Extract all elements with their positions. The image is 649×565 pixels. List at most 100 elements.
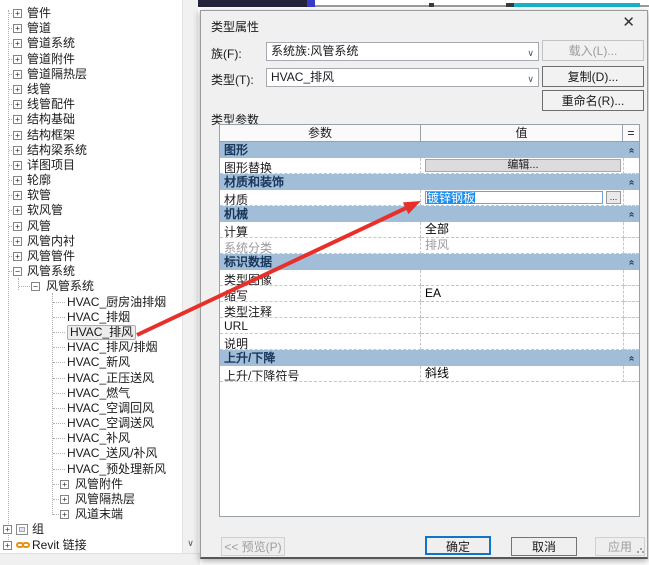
preview-button[interactable]: << 预览(P): [221, 537, 285, 556]
param-value[interactable]: EA: [421, 286, 624, 302]
tree-item[interactable]: + 风管附件: [0, 477, 181, 492]
param-value[interactable]: 镀锌钢板...: [421, 190, 624, 206]
expand-box-icon[interactable]: +: [13, 24, 22, 34]
expand-box-icon[interactable]: +: [13, 115, 22, 125]
tree-item[interactable]: + 风管管件: [0, 249, 181, 264]
tree-item-label[interactable]: 详图项目: [27, 158, 75, 172]
expand-box-icon[interactable]: +: [60, 510, 69, 520]
tree-item[interactable]: HVAC_补风: [0, 431, 181, 446]
tree-item[interactable]: HVAC_送风/补风: [0, 446, 181, 461]
tree-item-label[interactable]: HVAC_燃气: [67, 386, 130, 400]
tree-item-label[interactable]: 风管附件: [75, 477, 123, 491]
expand-box-icon[interactable]: +: [13, 130, 22, 140]
tree-item-label[interactable]: 线管配件: [27, 98, 75, 111]
tree-item-label[interactable]: 管道: [27, 22, 51, 35]
tree-item-label[interactable]: 风管管件: [27, 250, 75, 263]
scroll-down-arrow-icon[interactable]: ∨: [183, 535, 198, 552]
tree-item[interactable]: + 管道: [0, 21, 181, 36]
material-edit-field[interactable]: 镀锌钢板: [425, 191, 603, 204]
resize-grip[interactable]: [637, 546, 644, 553]
expand-box-icon[interactable]: +: [13, 145, 22, 155]
expand-box-icon[interactable]: +: [13, 236, 22, 246]
tree-item[interactable]: − 风管系统: [0, 279, 181, 294]
tree-item-label[interactable]: 管道附件: [27, 52, 75, 66]
tree-item[interactable]: + 详图项目: [0, 158, 181, 173]
expand-box-icon[interactable]: +: [13, 221, 22, 231]
tree-item[interactable]: HVAC_厨房油排烟: [0, 295, 181, 310]
tree-item[interactable]: + 风管内衬: [0, 234, 181, 249]
param-value[interactable]: [421, 334, 624, 350]
tree-item-label[interactable]: 线管: [27, 82, 51, 96]
tree-item-label[interactable]: HVAC_空调回风: [67, 401, 154, 415]
tree-item-label[interactable]: HVAC_排风/排烟: [67, 341, 157, 354]
tree-item[interactable]: + 管道系统: [0, 36, 181, 51]
expand-box-icon[interactable]: +: [13, 252, 22, 261]
param-group-header[interactable]: 材质和装饰 «: [220, 174, 639, 190]
tree-item[interactable]: + 管道隔热层: [0, 67, 181, 82]
tree-item[interactable]: HVAC_空调回风: [0, 401, 181, 416]
collapse-box-icon[interactable]: −: [31, 282, 40, 292]
tree-item-label[interactable]: 管件: [27, 7, 51, 20]
tree-item-label[interactable]: HVAC_补风: [67, 432, 130, 445]
collapse-chevron-icon[interactable]: «: [626, 255, 637, 270]
param-group-header[interactable]: 图形 «: [220, 142, 639, 158]
type-combo[interactable]: HVAC_排风 ∨: [266, 68, 539, 87]
param-value[interactable]: 编辑...: [421, 158, 624, 174]
tree-item-label[interactable]: 管道系统: [27, 37, 75, 50]
tree-item[interactable]: HVAC_正压送风: [0, 371, 181, 386]
family-combo[interactable]: 系统族:风管系统 ∨: [266, 42, 539, 61]
tree-item[interactable]: HVAC_空调送风: [0, 416, 181, 431]
tree-item[interactable]: HVAC_排烟: [0, 310, 181, 325]
collapse-chevron-icon[interactable]: «: [626, 175, 637, 190]
load-button[interactable]: 载入(L)...: [542, 40, 644, 61]
collapse-chevron-icon[interactable]: «: [626, 351, 637, 366]
tree-item[interactable]: HVAC_新风: [0, 355, 181, 370]
tree-item-label[interactable]: 风道末端: [75, 508, 123, 521]
tree-item[interactable]: + 结构梁系统: [0, 143, 181, 158]
tree-item[interactable]: + 结构框架: [0, 128, 181, 143]
tree-item[interactable]: + 风道末端: [0, 507, 181, 522]
ok-button[interactable]: 确定: [425, 536, 491, 555]
param-value[interactable]: [421, 318, 624, 334]
expand-box-icon[interactable]: +: [3, 525, 12, 535]
param-value[interactable]: [421, 270, 624, 286]
tree-item[interactable]: HVAC_排风/排烟: [0, 340, 181, 355]
tree-item-label[interactable]: 软管: [27, 189, 51, 202]
tree-item[interactable]: + 管道附件: [0, 52, 181, 67]
browse-material-button[interactable]: ...: [606, 191, 621, 204]
tree-item-label[interactable]: 风管系统: [27, 265, 75, 278]
cancel-button[interactable]: 取消: [511, 537, 577, 556]
param-group-header[interactable]: 上升/下降 «: [220, 350, 639, 366]
collapse-chevron-icon[interactable]: «: [626, 207, 637, 222]
tree-item-label[interactable]: 结构框架: [27, 128, 75, 142]
tree-item-label[interactable]: HVAC_正压送风: [67, 371, 154, 385]
expand-box-icon[interactable]: +: [13, 160, 22, 170]
expand-box-icon[interactable]: +: [60, 495, 69, 504]
expand-box-icon[interactable]: +: [13, 54, 22, 64]
tree-item[interactable]: − 风管系统: [0, 264, 181, 279]
tree-item-label[interactable]: 风管隔热层: [75, 493, 135, 506]
tree-item[interactable]: HVAC_预处理新风: [0, 462, 181, 477]
close-icon[interactable]: ✕: [622, 15, 635, 31]
tree-item[interactable]: + 管件: [0, 6, 181, 21]
expand-box-icon[interactable]: +: [13, 39, 22, 49]
tree-item-label[interactable]: 结构基础: [27, 113, 75, 126]
param-value[interactable]: 全部: [421, 222, 624, 238]
tree-item[interactable]: HVAC_燃气: [0, 386, 181, 401]
expand-box-icon[interactable]: +: [13, 69, 22, 79]
tree-item-label[interactable]: Revit 链接: [32, 538, 87, 552]
expand-box-icon[interactable]: +: [3, 540, 12, 550]
tree-item-label[interactable]: 风管内衬: [27, 234, 75, 248]
tree-item[interactable]: + 结构基础: [0, 112, 181, 127]
param-value[interactable]: 斜线: [421, 366, 624, 382]
tree-item[interactable]: + 线管: [0, 82, 181, 97]
tree-item-label[interactable]: 管道隔热层: [27, 67, 87, 81]
tree-item[interactable]: + 风管: [0, 219, 181, 234]
tree-item[interactable]: + Revit 链接: [0, 538, 181, 553]
tree-item[interactable]: + 软管: [0, 188, 181, 203]
collapse-chevron-icon[interactable]: «: [626, 143, 637, 158]
expand-box-icon[interactable]: +: [13, 176, 22, 186]
tree-item-label[interactable]: HVAC_预处理新风: [67, 462, 166, 476]
param-value[interactable]: [421, 302, 624, 318]
tree-item-label[interactable]: 风管: [27, 219, 51, 233]
